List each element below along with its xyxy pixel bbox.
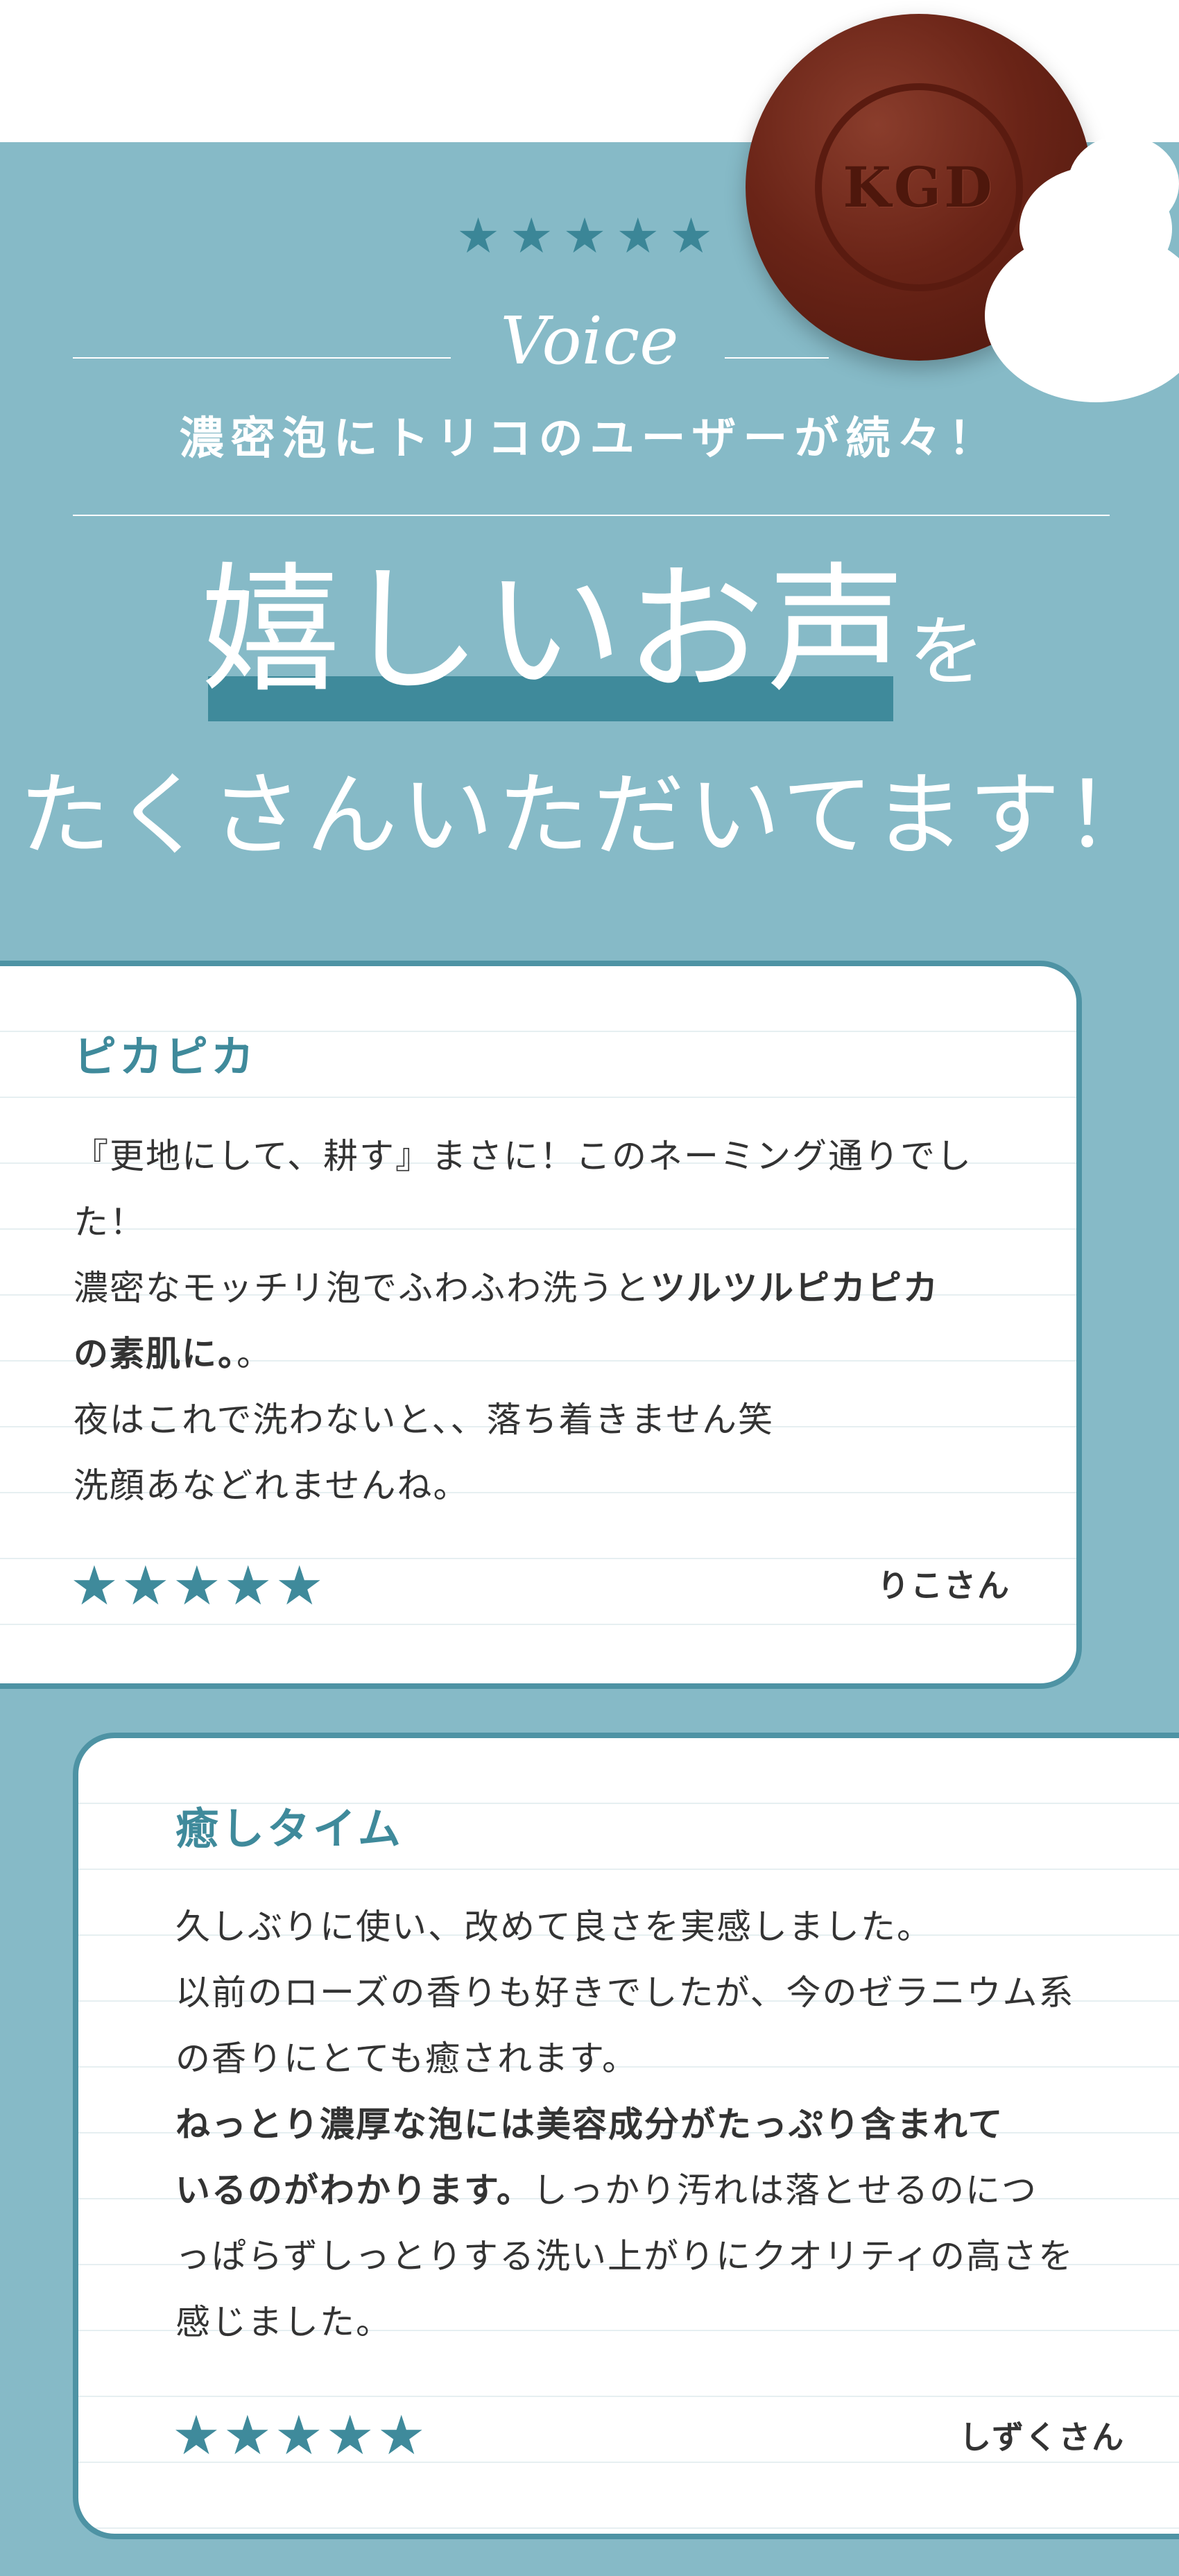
review-rating-stars: ★★★★★ [172,2405,429,2467]
section-label-voice: Voice [500,303,679,379]
review-line: っぱらずしっとりする洗い上がりにクオリティの高さを [175,2236,1074,2276]
review-rating-stars: ★★★★★ [70,1555,327,1617]
review-line: 久しぶりに使い、改めて良さを実感しました。 [175,1907,933,1947]
review-line: た！ [74,1202,146,1242]
subtitle-divider [73,515,1110,516]
review-line: 『更地にして、耕す』まさに！このネーミング通りでし [74,1136,972,1176]
soap-logo: KGD [843,155,995,220]
review-line: いるのがわかります。しっかり汚れは落とせるのにつ [175,2170,1038,2210]
review-author: しずくさん [959,2419,1126,2456]
review-card-2: 癒しタイム 久しぶりに使い、改めて良さを実感しました。 以前のローズの香りも好き… [73,1733,1179,2539]
review-line: 洗顔あなどれませんね。 [74,1466,470,1506]
review-body: 『更地にして、耕す』まさに！このネーミング通りでし た！ 濃密なモッチリ泡でふわ… [74,1124,972,1519]
review-line: 夜はこれで洗わないと、、落ち着きません笑 [74,1400,774,1440]
review-line: の香りにとても癒されます。 [175,2038,638,2079]
review-author: りこさん [877,1567,1010,1604]
headline-line-1: 嬉しいお声を [201,562,1033,701]
divider-left [73,357,451,359]
review-card-1: ピカピカ 『更地にして、耕す』まさに！このネーミング通りでし た！ 濃密なモッチ… [0,961,1082,1689]
rating-stars-header: ★★★★★ [456,207,723,264]
headline-line-2: たくさんいただいてます！ [19,762,1160,869]
review-body: 久しぶりに使い、改めて良さを実感しました。 以前のローズの香りも好きでしたが、今… [175,1894,1075,2355]
review-line: の素肌に。。 [74,1334,273,1374]
divider-right [725,357,829,359]
review-title: ピカピカ [74,1031,257,1082]
review-line: ねっとり濃厚な泡には美容成分がたっぷり含まれて [175,2104,1004,2145]
review-line: 濃密なモッチリ泡でふわふわ洗うとツルツルピカピカ [74,1268,939,1308]
section-subtitle: 濃密泡にトリコのユーザーが続々！ [179,413,1000,465]
review-title: 癒しタイム [175,1803,404,1854]
headline-particle: を [909,608,986,696]
headline-main: 嬉しいお声 [201,550,909,712]
review-line: 以前のローズの香りも好きでしたが、今のゼラニウム系 [175,1973,1075,2013]
soap-emboss-ring: KGD [815,83,1023,291]
review-line: 感じました。 [175,2302,392,2342]
